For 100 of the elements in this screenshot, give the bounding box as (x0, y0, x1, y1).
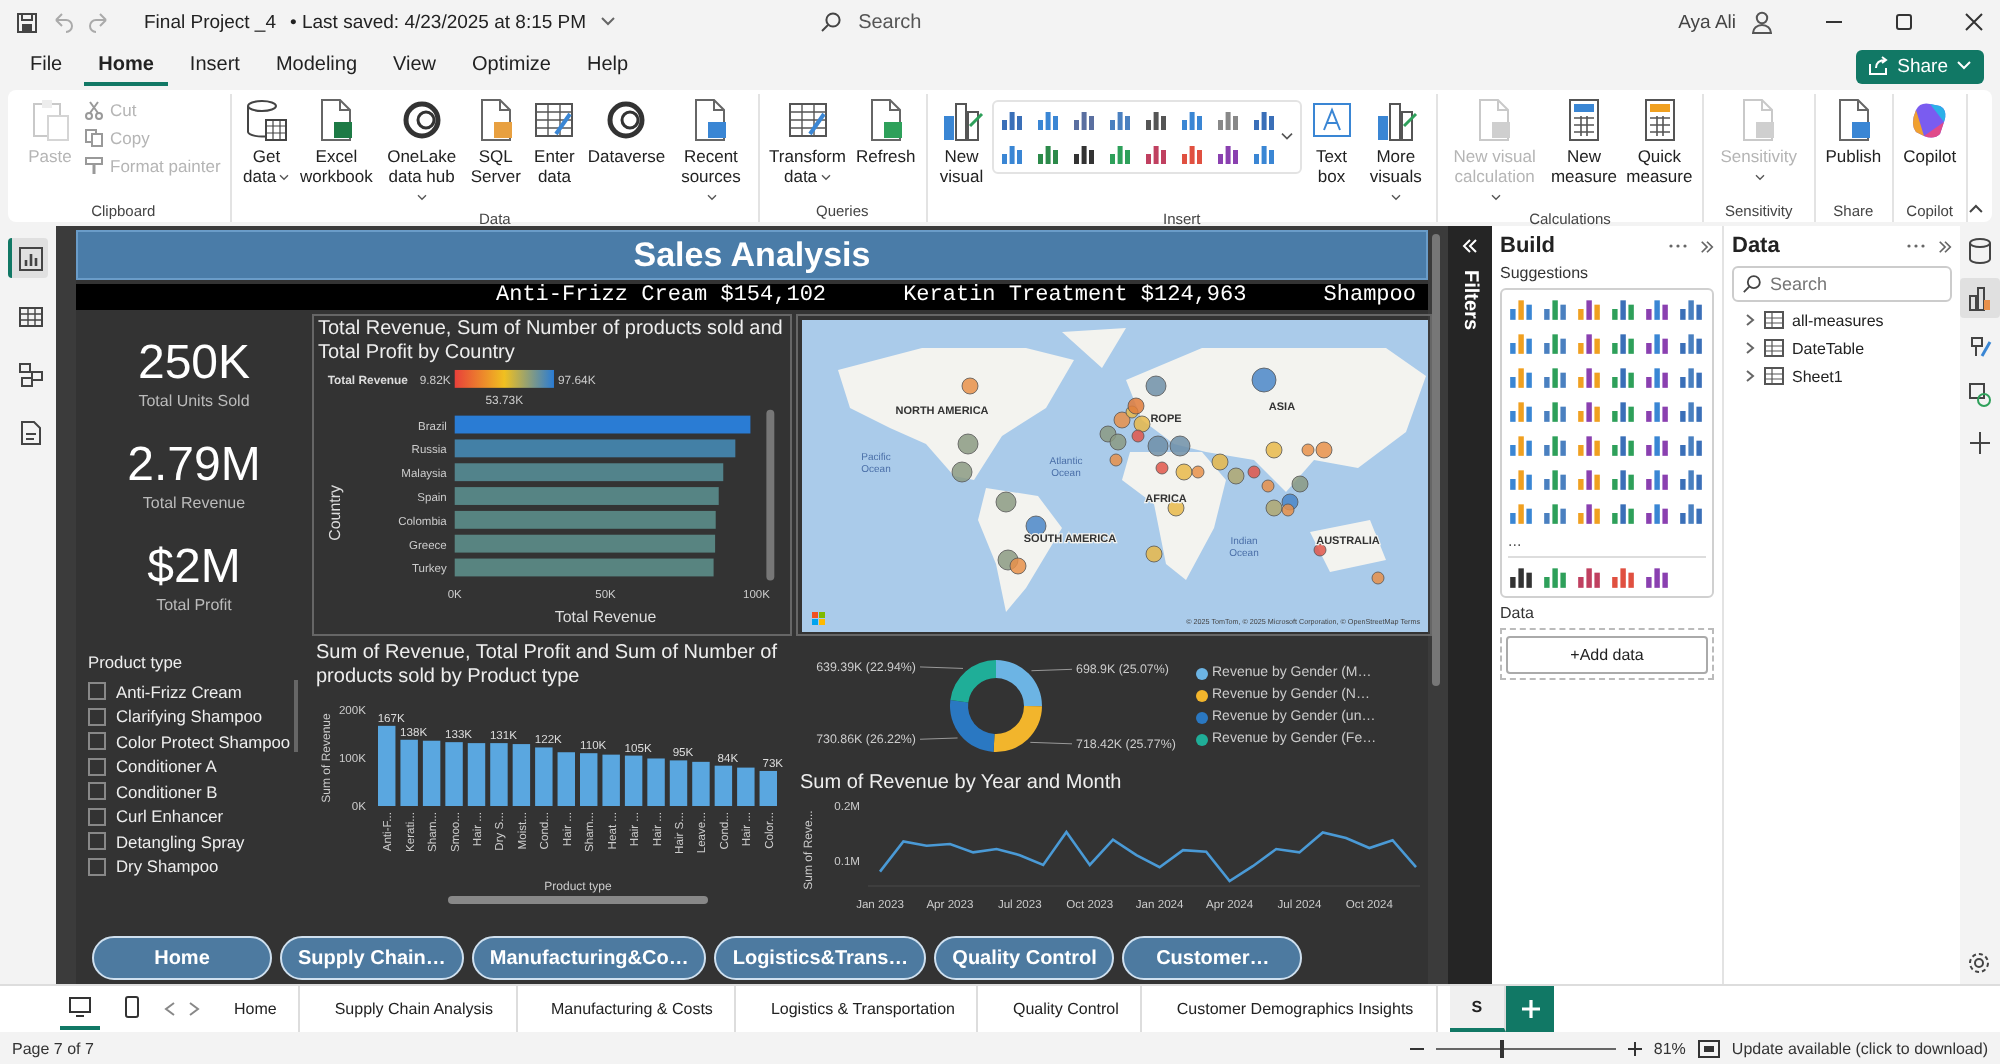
ribbon-button[interactable]: New measure (1547, 94, 1621, 190)
visual-gallery[interactable] (991, 100, 1302, 174)
nav-button[interactable]: Manufacturing&Co… (471, 936, 707, 980)
chart-icon[interactable] (1215, 142, 1240, 166)
checkbox[interactable] (88, 732, 106, 750)
page-tab[interactable]: S (1449, 986, 1507, 1032)
ribbon-button[interactable]: Publish (1821, 94, 1886, 170)
ribbon-button[interactable]: Transform data (765, 94, 850, 190)
nav-button[interactable]: Quality Control (934, 936, 1115, 980)
fit-page-icon[interactable] (1697, 1039, 1720, 1057)
update-notice[interactable]: Update available (click to download) (1731, 1039, 1988, 1057)
chart-icon[interactable] (1576, 398, 1602, 424)
chart-icon[interactable] (1576, 296, 1602, 322)
nav-button[interactable]: Customer… (1122, 936, 1303, 980)
nav-button[interactable]: Logistics&Trans… (714, 936, 927, 980)
nav-button[interactable]: Supply Chain… (280, 936, 464, 980)
chart-icon[interactable] (1576, 500, 1602, 526)
ribbon-button[interactable]: Get data (238, 94, 295, 190)
scrollbar[interactable] (448, 896, 708, 904)
checkbox[interactable] (88, 682, 106, 700)
menu-tab[interactable]: File (16, 47, 77, 85)
pane-toggle-button[interactable] (1960, 278, 2000, 318)
ribbon-button[interactable]: Dataverse (584, 94, 669, 170)
next-icon[interactable] (188, 1002, 200, 1016)
collapse-icon[interactable] (1968, 202, 1985, 214)
chart-icon[interactable] (1576, 466, 1602, 492)
chart-icon[interactable] (1644, 564, 1670, 590)
ribbon-button[interactable]: Text box (1303, 94, 1360, 190)
tree-item[interactable]: all-measures (1732, 310, 1952, 330)
caret-icon[interactable] (1279, 132, 1294, 142)
checkbox[interactable] (88, 707, 106, 725)
search-field[interactable]: Search (1732, 266, 1952, 302)
checkbox[interactable] (88, 832, 106, 850)
page-tab[interactable]: Home (212, 986, 301, 1032)
chart-icon[interactable] (1644, 398, 1670, 424)
tree-item[interactable]: Sheet1 (1732, 366, 1952, 386)
slicer-item[interactable]: Color Protect Shampoo (88, 731, 300, 751)
checkbox[interactable] (88, 807, 106, 825)
ribbon-button[interactable]: Enter data (526, 94, 583, 190)
slicer-item[interactable]: Detangling Spray (88, 831, 300, 851)
add-page-button[interactable] (1506, 986, 1555, 1032)
tree-item[interactable]: DateTable (1732, 338, 1952, 358)
expand-chevron-icon[interactable] (1744, 342, 1756, 354)
slicer-item[interactable]: Dry Shampoo (88, 856, 300, 876)
view-button[interactable] (8, 238, 48, 278)
page-tab[interactable]: Logistics & Transportation (748, 986, 979, 1032)
slicer-item[interactable]: Conditioner A (88, 756, 300, 776)
ribbon-button[interactable]: Copilot (1899, 94, 1961, 170)
add-data-drop-zone[interactable]: +Add data (1500, 628, 1714, 680)
page-tab[interactable]: Quality Control (990, 986, 1143, 1032)
ribbon-button[interactable]: Quick measure (1622, 94, 1697, 190)
filters-pane[interactable]: Filters (1448, 226, 1492, 984)
chart-icon[interactable] (1576, 364, 1602, 390)
menu-tab[interactable]: Help (572, 47, 643, 85)
more-visuals-link[interactable]: ... (1508, 532, 1706, 550)
chart-icon[interactable] (1508, 564, 1534, 590)
maximize-icon[interactable] (1894, 12, 1914, 32)
expand-chevron-icon[interactable] (1744, 370, 1756, 382)
ribbon-button[interactable]: Refresh (851, 94, 920, 170)
more-icon[interactable] (1668, 242, 1688, 250)
chart-icon[interactable] (1644, 296, 1670, 322)
chart-icon[interactable] (1644, 466, 1670, 492)
search-field[interactable]: Search (810, 6, 1351, 38)
ribbon-button[interactable]: More visuals (1361, 94, 1431, 210)
person-icon[interactable] (1750, 10, 1774, 34)
menu-tab[interactable]: Optimize (458, 47, 565, 85)
chart-icon[interactable] (1644, 500, 1670, 526)
menu-tab[interactable]: Home (84, 47, 168, 85)
caret-icon[interactable] (600, 16, 617, 28)
ribbon-button[interactable]: New visual (933, 94, 990, 190)
chart-icon[interactable] (1143, 108, 1168, 132)
page-tab[interactable]: Customer Demographics Insights (1154, 986, 1438, 1032)
scrollbar[interactable] (1432, 234, 1440, 687)
plus-icon[interactable] (1627, 1041, 1642, 1055)
ribbon-button[interactable]: Excel workbook (296, 94, 377, 190)
chart-icon[interactable] (1644, 364, 1670, 390)
slider-thumb[interactable] (1500, 1039, 1505, 1057)
chart-icon[interactable] (1644, 432, 1670, 458)
menu-tab[interactable]: Insert (175, 47, 254, 85)
save-icon[interactable] (16, 11, 38, 33)
close-icon[interactable] (1964, 12, 1984, 32)
chart-icon[interactable] (1576, 330, 1602, 356)
add-data-button[interactable]: +Add data (1506, 636, 1708, 674)
chart-icon[interactable] (1576, 432, 1602, 458)
scrollbar[interactable] (294, 680, 298, 752)
menu-tab[interactable]: View (379, 47, 451, 85)
share-button[interactable]: Share (1855, 49, 1984, 83)
slicer-item[interactable]: Conditioner B (88, 781, 300, 801)
menu-tab[interactable]: Modeling (261, 47, 372, 85)
ribbon-button[interactable]: SQL Server (467, 94, 525, 190)
more-icon[interactable] (1906, 242, 1926, 250)
previous-icon[interactable] (164, 1002, 176, 1016)
page-tab[interactable]: Manufacturing & Costs (529, 986, 737, 1032)
ribbon-button[interactable]: Recent sources (670, 94, 752, 210)
scrollbar[interactable] (766, 409, 775, 581)
chart-icon[interactable] (1644, 330, 1670, 356)
checkbox[interactable] (88, 782, 106, 800)
nav-button[interactable]: Home (92, 936, 272, 980)
checkbox[interactable] (88, 857, 106, 875)
page-tab[interactable]: Supply Chain Analysis (312, 986, 517, 1032)
